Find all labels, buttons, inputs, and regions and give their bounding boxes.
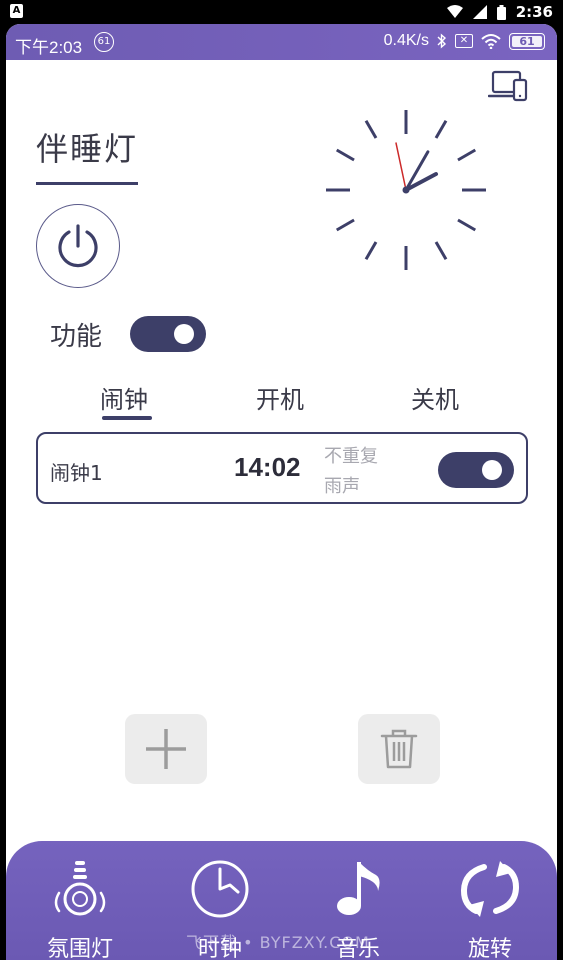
battery-level: 61 xyxy=(519,34,535,48)
wifi-icon xyxy=(481,34,501,49)
clock-center xyxy=(402,186,410,194)
status-icons: 0.4K/s ✕ 61 xyxy=(384,32,545,50)
clock-tick xyxy=(364,119,378,139)
notification-count-badge: 61 xyxy=(94,32,114,52)
app-window: 下午2:03 61 0.4K/s ✕ 61 伴睡灯 功能 闹钟 开机 关机 闹钟… xyxy=(6,24,557,960)
app-status-bar: 下午2:03 61 0.4K/s ✕ 61 xyxy=(6,24,557,60)
wifi-icon xyxy=(446,5,463,18)
music-note-icon xyxy=(337,862,380,915)
system-status-bar: A 2:36 xyxy=(0,0,563,24)
signal-icon xyxy=(472,5,487,19)
rotate-icon xyxy=(460,861,520,917)
bluetooth-icon xyxy=(437,33,447,49)
nav-label: 氛围灯 xyxy=(46,937,113,960)
status-time: 下午2:03 xyxy=(15,38,83,57)
alarm-item[interactable]: 闹钟1 14:02 不重复 雨声 xyxy=(36,432,528,504)
clock-second-hand xyxy=(395,142,407,191)
nav-ambient-light[interactable]: 氛围灯 xyxy=(20,859,140,960)
function-toggle[interactable] xyxy=(130,316,206,352)
clock-tick xyxy=(434,119,448,139)
battery-charging-icon xyxy=(496,4,506,20)
plus-icon xyxy=(146,729,186,769)
ambient-light-icon xyxy=(54,861,106,916)
notification-app-icon: A xyxy=(10,4,23,18)
system-status-icons: 2:36 xyxy=(446,3,553,21)
page-title: 伴睡灯 xyxy=(36,130,139,168)
active-tab-indicator xyxy=(102,416,152,420)
system-clock: 2:36 xyxy=(515,3,553,21)
clock-tick xyxy=(335,218,355,232)
delete-alarm-button[interactable] xyxy=(358,714,440,784)
toggle-knob xyxy=(174,324,194,344)
nfc-icon: ✕ xyxy=(455,34,473,48)
alarm-repeat: 不重复 xyxy=(324,446,378,467)
clock-tick xyxy=(364,241,378,261)
tab-power-on[interactable]: 开机 xyxy=(256,380,304,415)
alarm-name: 闹钟1 xyxy=(50,461,103,485)
analog-clock xyxy=(326,110,486,270)
tab-alarm[interactable]: 闹钟 xyxy=(100,380,148,415)
add-alarm-button[interactable] xyxy=(125,714,207,784)
nav-label: 旋转 xyxy=(467,937,512,960)
power-icon xyxy=(58,224,98,268)
toggle-knob xyxy=(482,460,502,480)
clock-icon xyxy=(191,860,249,918)
clock-tick xyxy=(434,241,448,261)
clock-tick xyxy=(335,148,355,162)
function-label: 功能 xyxy=(50,322,103,352)
tab-power-off[interactable]: 关机 xyxy=(411,380,459,415)
battery-icon: 61 xyxy=(509,32,545,50)
alarm-sound: 雨声 xyxy=(324,476,360,497)
alarm-time: 14:02 xyxy=(234,452,301,482)
trash-icon xyxy=(380,729,418,769)
device-switch-icon[interactable] xyxy=(488,70,528,102)
title-underline xyxy=(36,182,138,185)
nav-rotate[interactable]: 旋转 xyxy=(430,859,550,960)
net-speed: 0.4K/s xyxy=(383,32,429,49)
power-button[interactable] xyxy=(36,204,120,288)
alarm-toggle[interactable] xyxy=(438,452,514,488)
clock-tick xyxy=(457,148,477,162)
clock-tick xyxy=(457,218,477,232)
watermark: 飞下载 • BYFZXY.COM xyxy=(186,933,370,952)
